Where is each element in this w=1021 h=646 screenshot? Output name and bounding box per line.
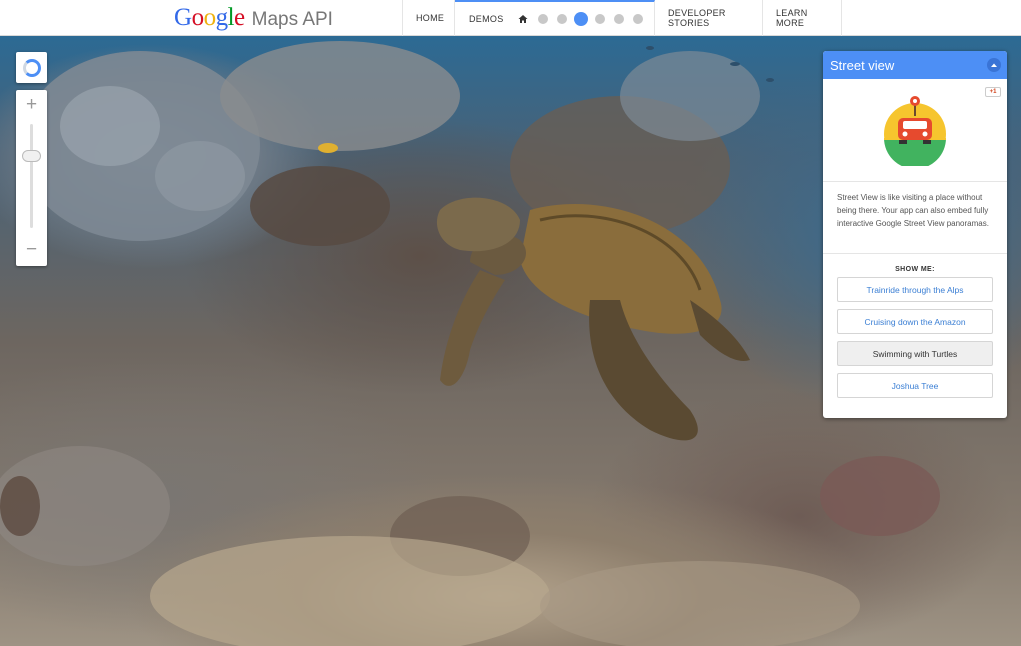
demo-dot[interactable] bbox=[537, 14, 548, 24]
google-maps-api-logo[interactable]: Google Maps API bbox=[174, 4, 333, 32]
zoom-in-button[interactable]: + bbox=[16, 91, 47, 119]
demo-dot[interactable] bbox=[556, 14, 567, 24]
demo-dot[interactable] bbox=[594, 14, 605, 24]
nav-learn-more[interactable]: LEARN MORE bbox=[763, 0, 842, 36]
compass-icon bbox=[22, 58, 41, 77]
nav-demos[interactable]: DEMOS bbox=[455, 0, 655, 36]
nav-home[interactable]: HOME bbox=[403, 0, 455, 36]
demo-dot[interactable] bbox=[613, 14, 624, 24]
turtle bbox=[436, 197, 750, 441]
logo-letter: e bbox=[234, 4, 245, 31]
logo-google-wordmark: Google bbox=[174, 4, 245, 32]
collapse-button[interactable] bbox=[987, 58, 1001, 72]
top-header: Google Maps API HOME DEMOS DEVELOPER STO… bbox=[0, 0, 1021, 36]
option-cruising-amazon[interactable]: Cruising down the Amazon bbox=[837, 309, 993, 334]
logo-letter: o bbox=[191, 4, 205, 31]
zoom-slider-track[interactable] bbox=[30, 124, 33, 228]
street-view-panel: Street view +1 Street View is like visit… bbox=[823, 51, 1007, 418]
option-joshua-tree[interactable]: Joshua Tree bbox=[837, 373, 993, 398]
logo-letter: o bbox=[203, 4, 217, 31]
demo-dot[interactable] bbox=[632, 14, 643, 24]
home-icon[interactable] bbox=[518, 14, 528, 24]
panel-header: Street view bbox=[823, 51, 1007, 79]
option-trainride-alps[interactable]: Trainride through the Alps bbox=[837, 277, 993, 302]
compass-control[interactable] bbox=[16, 52, 47, 83]
logo-letter: g bbox=[215, 4, 229, 31]
logo-letter: G bbox=[174, 4, 192, 31]
zoom-out-button[interactable]: − bbox=[16, 236, 47, 264]
zoom-slider-thumb[interactable] bbox=[22, 150, 41, 162]
option-swimming-turtles[interactable]: Swimming with Turtles bbox=[837, 341, 993, 366]
nav-demos-label: DEMOS bbox=[469, 14, 504, 24]
panel-description: Street View is like visiting a place wit… bbox=[823, 182, 1007, 254]
chevron-up-icon bbox=[991, 63, 997, 67]
logo-product-name: Maps API bbox=[251, 9, 333, 30]
demo-dot-active[interactable] bbox=[573, 12, 588, 26]
street-view-car-icon bbox=[884, 96, 946, 166]
street-view-illustration bbox=[823, 79, 1007, 182]
nav-developer-stories[interactable]: DEVELOPER STORIES bbox=[655, 0, 763, 36]
panel-title: Street view bbox=[830, 57, 895, 73]
zoom-control: + − bbox=[16, 90, 47, 266]
main-nav: HOME DEMOS DEVELOPER STORIES LEARN MORE bbox=[402, 0, 842, 36]
show-me-label: SHOW ME: bbox=[895, 266, 935, 273]
